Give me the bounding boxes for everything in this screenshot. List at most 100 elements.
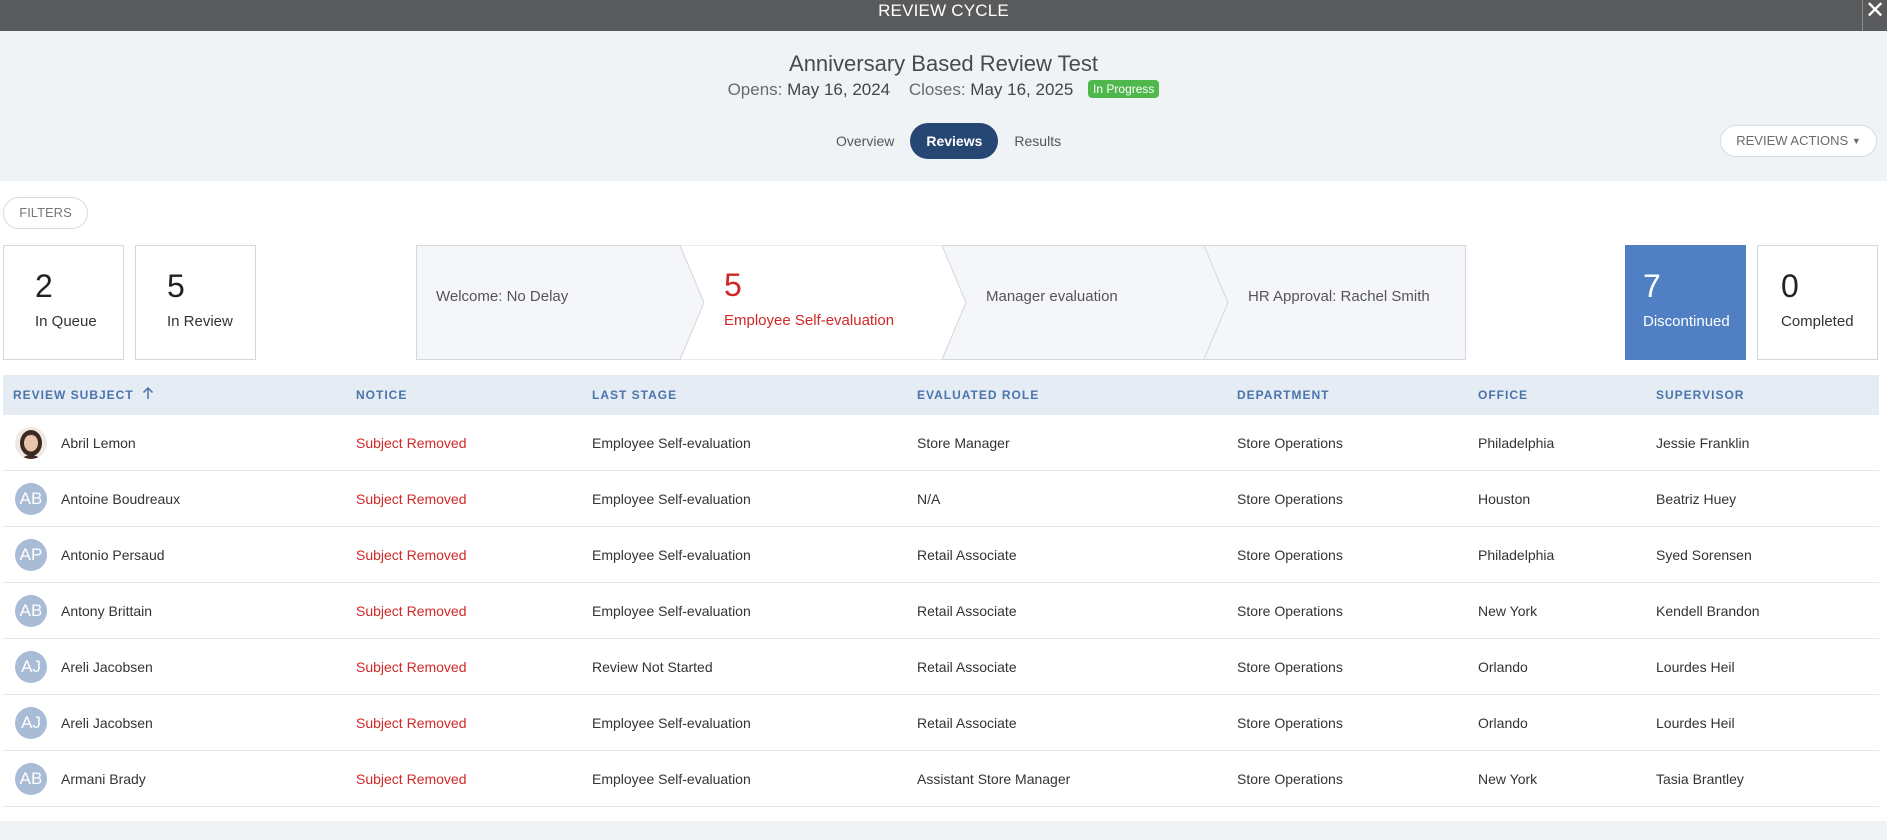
cell-last-stage: Review Not Started: [592, 659, 713, 675]
cell-notice: Subject Removed: [356, 603, 467, 619]
table-row[interactable]: AJ Areli Jacobsen Subject Removed Employee …: [3, 695, 1879, 751]
cell-subject[interactable]: Abril Lemon: [61, 415, 136, 471]
cell-notice: Subject Removed: [356, 491, 467, 507]
cell-notice: Subject Removed: [356, 659, 467, 675]
close-icon[interactable]: ✕: [1862, 0, 1887, 31]
avatar: AB: [15, 763, 47, 795]
cell-evaluated-role: Retail Associate: [917, 659, 1017, 675]
table-row[interactable]: AB Antoine Boudreaux Subject Removed Employ…: [3, 471, 1879, 527]
cell-supervisor: Beatriz Huey: [1656, 491, 1737, 507]
column-evaluated-role[interactable]: EVALUATED ROLE: [917, 375, 1039, 415]
cell-supervisor: Syed Sorensen: [1656, 547, 1752, 563]
cell-subject[interactable]: Antony Brittain: [61, 583, 152, 639]
tab-bar: Overview Reviews Results: [820, 123, 1077, 159]
stage-hr-approval[interactable]: HR Approval: Rachel Smith: [1248, 245, 1463, 360]
avatar: AB: [15, 483, 47, 515]
cell-notice: Subject Removed: [356, 715, 467, 731]
tab-overview[interactable]: Overview: [820, 123, 910, 159]
sort-ascending-icon: [142, 376, 154, 416]
stat-in-queue[interactable]: 2 In Queue: [3, 245, 124, 360]
stage-self-eval-count: 5: [724, 267, 742, 303]
table-row[interactable]: AB Antony Brittain Subject Removed Employee…: [3, 583, 1879, 639]
cell-supervisor: Lourdes Heil: [1656, 659, 1735, 675]
table-row[interactable]: Abril Lemon Subject Removed Employee Self-…: [3, 415, 1879, 471]
footer-strip: [0, 821, 1887, 840]
column-notice[interactable]: NOTICE: [356, 375, 407, 415]
table-header: REVIEW SUBJECT NOTICE LAST STAGE EVALUAT…: [3, 375, 1879, 415]
filters-button[interactable]: FILTERS: [3, 197, 88, 229]
opens-label: Opens:: [727, 80, 783, 99]
cell-supervisor: Lourdes Heil: [1656, 715, 1735, 731]
column-review-subject[interactable]: REVIEW SUBJECT: [13, 375, 154, 415]
cell-last-stage: Employee Self-evaluation: [592, 491, 751, 507]
cell-evaluated-role: Retail Associate: [917, 603, 1017, 619]
cell-notice: Subject Removed: [356, 547, 467, 563]
in-review-label: In Review: [167, 313, 233, 330]
stat-in-review[interactable]: 5 In Review: [135, 245, 256, 360]
cell-last-stage: Employee Self-evaluation: [592, 435, 751, 451]
cell-department: Store Operations: [1237, 491, 1343, 507]
cell-department: Store Operations: [1237, 547, 1343, 563]
cell-office: Orlando: [1478, 715, 1528, 731]
cell-office: Houston: [1478, 491, 1531, 507]
tab-results[interactable]: Results: [998, 123, 1077, 159]
cell-subject[interactable]: Areli Jacobsen: [61, 639, 153, 695]
avatar: AP: [15, 539, 47, 571]
cell-department: Store Operations: [1237, 659, 1343, 675]
table-row[interactable]: AP Antonio Persaud Subject Removed Employee…: [3, 527, 1879, 583]
window-title: REVIEW CYCLE: [878, 1, 1009, 20]
closes-date: May 16, 2025: [970, 80, 1074, 99]
tab-reviews[interactable]: Reviews: [910, 123, 999, 159]
stat-discontinued[interactable]: 7 Discontinued: [1625, 245, 1746, 360]
cell-notice: Subject Removed: [356, 435, 467, 451]
cell-last-stage: Employee Self-evaluation: [592, 771, 751, 787]
cell-office: Orlando: [1478, 659, 1528, 675]
cell-last-stage: Employee Self-evaluation: [592, 603, 751, 619]
stage-self-eval-label: Employee Self-evaluation: [724, 312, 895, 329]
cell-department: Store Operations: [1237, 435, 1343, 451]
cell-department: Store Operations: [1237, 715, 1343, 731]
column-last-stage[interactable]: LAST STAGE: [592, 375, 677, 415]
cell-subject[interactable]: Areli Jacobsen: [61, 695, 153, 751]
reviews-table: REVIEW SUBJECT NOTICE LAST STAGE EVALUAT…: [3, 375, 1879, 807]
cell-office: New York: [1478, 771, 1538, 787]
column-office[interactable]: OFFICE: [1478, 375, 1528, 415]
avatar: AJ: [15, 707, 47, 739]
table-body: Abril Lemon Subject Removed Employee Self-…: [3, 415, 1879, 807]
column-department[interactable]: DEPARTMENT: [1237, 375, 1329, 415]
stage-employee-self-evaluation[interactable]: 5 Employee Self-evaluation: [724, 245, 944, 360]
cell-last-stage: Employee Self-evaluation: [592, 715, 751, 731]
cell-subject[interactable]: Antonio Persaud: [61, 527, 165, 583]
in-queue-count: 2: [35, 268, 53, 304]
caret-down-icon: ▼: [1851, 136, 1861, 146]
completed-label: Completed: [1781, 313, 1854, 330]
cell-subject[interactable]: Antoine Boudreaux: [61, 471, 180, 527]
cell-supervisor: Tasia Brantley: [1656, 771, 1744, 787]
cell-supervisor: Kendell Brandon: [1656, 603, 1760, 619]
cell-evaluated-role: Store Manager: [917, 435, 1010, 451]
completed-count: 0: [1781, 268, 1799, 304]
main-content: FILTERS 2 In Queue 5 In Review Welcome: …: [0, 181, 1887, 821]
review-actions-button[interactable]: REVIEW ACTIONS ▼: [1720, 125, 1877, 157]
cell-evaluated-role: Retail Associate: [917, 715, 1017, 731]
cell-office: Philadelphia: [1478, 547, 1555, 563]
stage-manager-label: Manager evaluation: [986, 288, 1118, 305]
closes-label: Closes:: [908, 80, 966, 99]
cell-subject[interactable]: Armani Brady: [61, 751, 146, 807]
stage-hr-label: HR Approval: Rachel Smith: [1248, 288, 1430, 305]
cycle-header: Anniversary Based Review Test Opens: May…: [0, 31, 1887, 181]
stat-completed[interactable]: 0 Completed: [1757, 245, 1878, 360]
review-actions-label: REVIEW ACTIONS: [1736, 133, 1849, 148]
stage-welcome-label: Welcome: No Delay: [436, 288, 569, 305]
cell-supervisor: Jessie Franklin: [1656, 435, 1750, 451]
avatar-photo: [15, 427, 47, 459]
stage-manager-evaluation[interactable]: Manager evaluation: [986, 245, 1206, 360]
discontinued-label: Discontinued: [1643, 313, 1730, 330]
stage-welcome[interactable]: Welcome: No Delay: [436, 245, 676, 360]
table-row[interactable]: AB Armani Brady Subject Removed Employee Se…: [3, 751, 1879, 807]
opens-date: May 16, 2024: [787, 80, 891, 99]
cell-department: Store Operations: [1237, 603, 1343, 619]
column-supervisor[interactable]: SUPERVISOR: [1656, 375, 1744, 415]
table-row[interactable]: AJ Areli Jacobsen Subject Removed Review No…: [3, 639, 1879, 695]
discontinued-count: 7: [1643, 268, 1661, 304]
